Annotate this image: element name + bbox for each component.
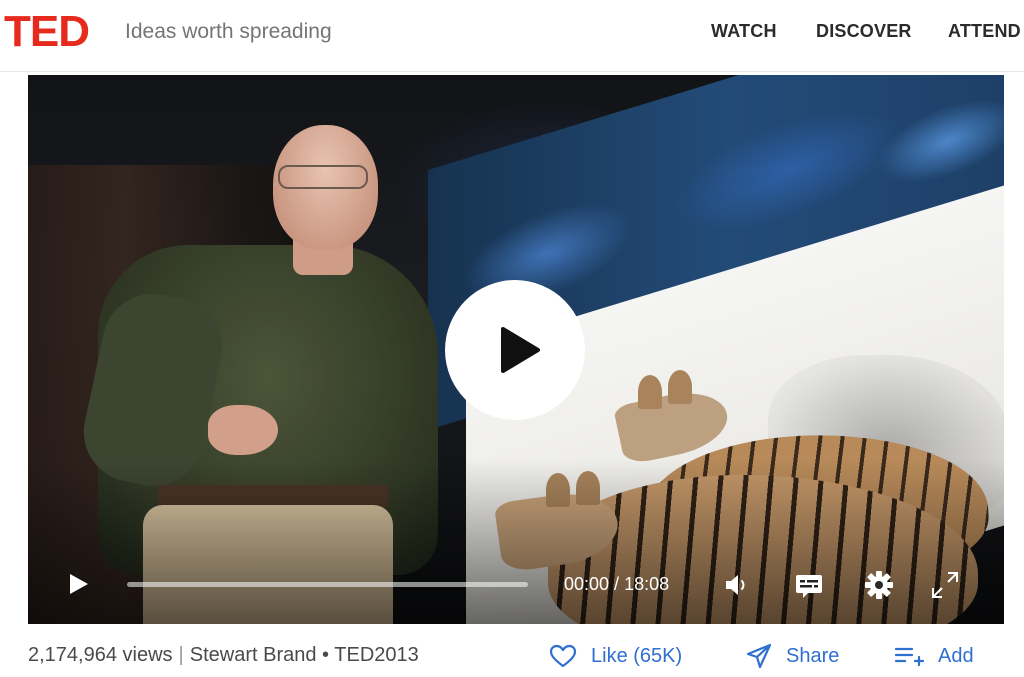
like-button[interactable]: Like (65K) bbox=[549, 642, 682, 670]
big-play-button[interactable] bbox=[445, 280, 585, 420]
site-tagline: Ideas worth spreading bbox=[125, 20, 332, 43]
settings-icon[interactable] bbox=[864, 570, 894, 600]
meta-bullet: • bbox=[322, 644, 330, 666]
play-icon bbox=[501, 327, 540, 373]
player-controls: 00:00 / 18:08 bbox=[28, 562, 1004, 608]
site-header: TED Ideas worth spreading WATCH DISCOVER… bbox=[0, 0, 1024, 72]
fullscreen-icon[interactable] bbox=[930, 570, 960, 600]
nav-attend[interactable]: ATTEND bbox=[948, 21, 1021, 42]
like-label: Like (65K) bbox=[591, 644, 683, 667]
send-icon bbox=[746, 643, 772, 669]
view-count: 2,174,964 views bbox=[28, 644, 173, 666]
share-button[interactable]: Share bbox=[746, 642, 839, 670]
talk-meta: 2,174,964 views | Stewart Brand • TED2013 bbox=[28, 644, 419, 667]
heart-icon bbox=[549, 644, 577, 668]
current-time: 00:00 bbox=[564, 574, 610, 594]
total-time: 18:08 bbox=[624, 574, 670, 594]
share-label: Share bbox=[786, 644, 840, 667]
nav-discover[interactable]: DISCOVER bbox=[816, 21, 912, 42]
event-name[interactable]: TED2013 bbox=[334, 644, 419, 666]
ted-logo[interactable]: TED bbox=[4, 10, 90, 54]
progress-bar[interactable] bbox=[127, 582, 528, 587]
add-to-list-button[interactable]: Add bbox=[894, 642, 974, 670]
speaker-name[interactable]: Stewart Brand bbox=[190, 644, 317, 666]
playlist-add-icon bbox=[894, 647, 924, 667]
nav-watch[interactable]: WATCH bbox=[711, 21, 777, 42]
add-label: Add bbox=[938, 644, 974, 667]
play-icon[interactable] bbox=[68, 572, 90, 596]
captions-icon[interactable] bbox=[794, 570, 824, 600]
volume-icon[interactable] bbox=[722, 570, 752, 600]
time-display: 00:00 / 18:08 bbox=[564, 574, 669, 595]
meta-separator: | bbox=[178, 644, 184, 666]
time-separator: / bbox=[609, 574, 625, 594]
